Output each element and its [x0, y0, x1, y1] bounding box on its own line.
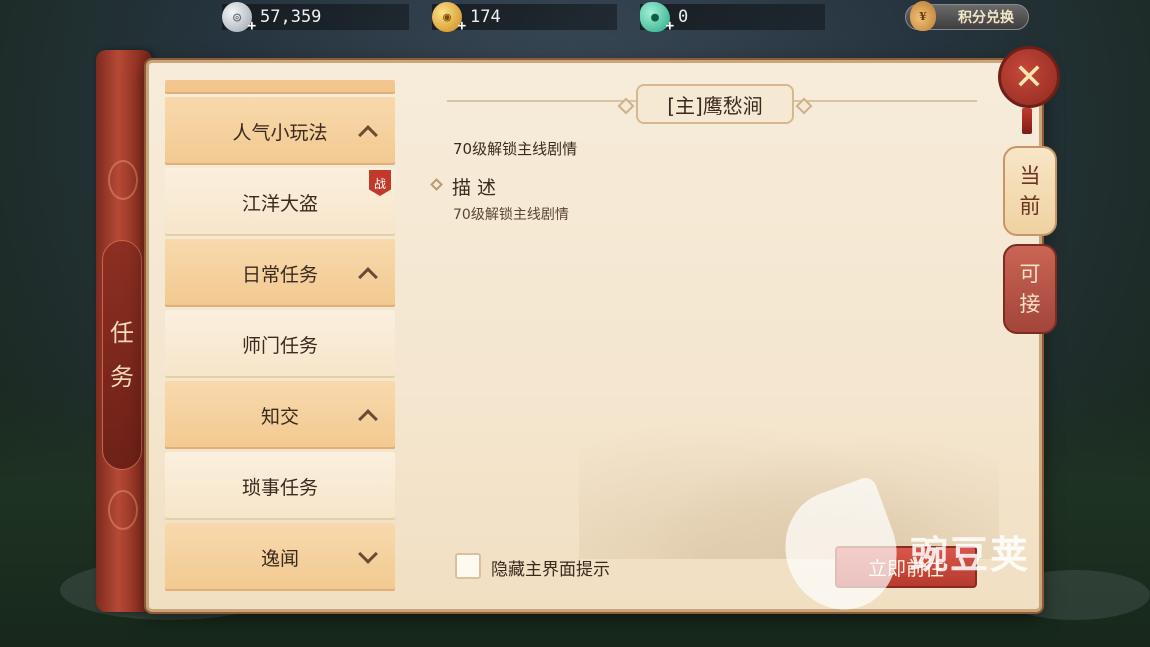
spine-title-char-2: 务	[110, 363, 134, 391]
task-group-popular[interactable]: 人气小玩法	[165, 97, 395, 165]
task-item-label: 江洋大盗	[241, 192, 318, 215]
tassel-ornament	[1022, 108, 1032, 134]
task-item-pirate[interactable]: 江洋大盗 战	[165, 168, 395, 236]
gold-coin-icon[interactable]: ◉	[432, 2, 466, 34]
silver-coin-icon[interactable]: ◎	[222, 2, 256, 34]
description-text: 70级解锁主线剧情	[453, 207, 569, 223]
chevron-up-icon	[358, 125, 378, 145]
quest-title: [主]鹰愁涧	[636, 84, 794, 124]
task-group-label: 日常任务	[241, 263, 318, 286]
quest-unlock-text: 70级解锁主线剧情	[453, 140, 578, 158]
points-exchange-label: 积分兑换	[958, 10, 1014, 26]
tab-current-char-2: 前	[1019, 194, 1041, 218]
gold-amount: 174	[470, 7, 501, 27]
task-group-label: 人气小玩法	[232, 121, 328, 144]
hide-hint-checkbox[interactable]	[455, 553, 481, 579]
silver-amount: 57,359	[260, 7, 322, 27]
hide-hint-label[interactable]: 隐藏主界面提示	[491, 555, 610, 580]
spine-title: 任 务	[102, 240, 142, 470]
jade-amount: 0	[678, 7, 689, 27]
task-list: 人气小玩法 江洋大盗 战 日常任务 师门任务 知交 琐事任务 逸闻	[165, 80, 395, 591]
description-heading: 描述	[452, 177, 503, 199]
spine-ornament	[108, 490, 138, 530]
tab-available-char-2: 接	[1019, 292, 1041, 316]
points-exchange-button[interactable]: ¥ 积分兑换	[905, 1, 1029, 31]
tab-available[interactable]: 可 接	[1003, 244, 1057, 334]
spine-ornament	[108, 160, 138, 200]
gold-currency[interactable]: ◉ 174	[432, 2, 617, 34]
jade-icon[interactable]: ●	[640, 2, 674, 34]
tab-current[interactable]: 当 前	[1003, 146, 1057, 236]
watermark-text: 豌豆荚	[910, 533, 1031, 577]
chevron-up-icon	[358, 409, 378, 429]
money-bag-icon: ¥	[910, 1, 936, 31]
task-group-daily[interactable]: 日常任务	[165, 239, 395, 307]
chevron-down-icon	[358, 544, 378, 564]
task-list-top-strip	[165, 80, 395, 94]
task-group-label: 知交	[260, 405, 299, 428]
tab-available-char-1: 可	[1019, 262, 1041, 286]
spine-title-char-1: 任	[110, 319, 134, 347]
task-item-label: 师门任务	[241, 334, 318, 357]
close-button[interactable]: ✕	[998, 46, 1060, 108]
battle-badge: 战	[369, 170, 391, 196]
task-item-label: 琐事任务	[241, 476, 318, 499]
tab-current-char-1: 当	[1019, 164, 1041, 188]
close-icon: ✕	[1013, 56, 1045, 98]
task-group-label: 逸闻	[260, 547, 299, 570]
task-item-sect[interactable]: 师门任务	[165, 310, 395, 378]
scroll-spine: 任 务	[96, 50, 152, 612]
silver-currency[interactable]: ◎ 57,359	[222, 2, 409, 34]
task-group-anecdotes[interactable]: 逸闻	[165, 523, 395, 591]
jade-currency[interactable]: ● 0	[640, 2, 825, 34]
task-group-friends[interactable]: 知交	[165, 381, 395, 449]
task-item-chores[interactable]: 琐事任务	[165, 452, 395, 520]
chevron-up-icon	[358, 267, 378, 287]
